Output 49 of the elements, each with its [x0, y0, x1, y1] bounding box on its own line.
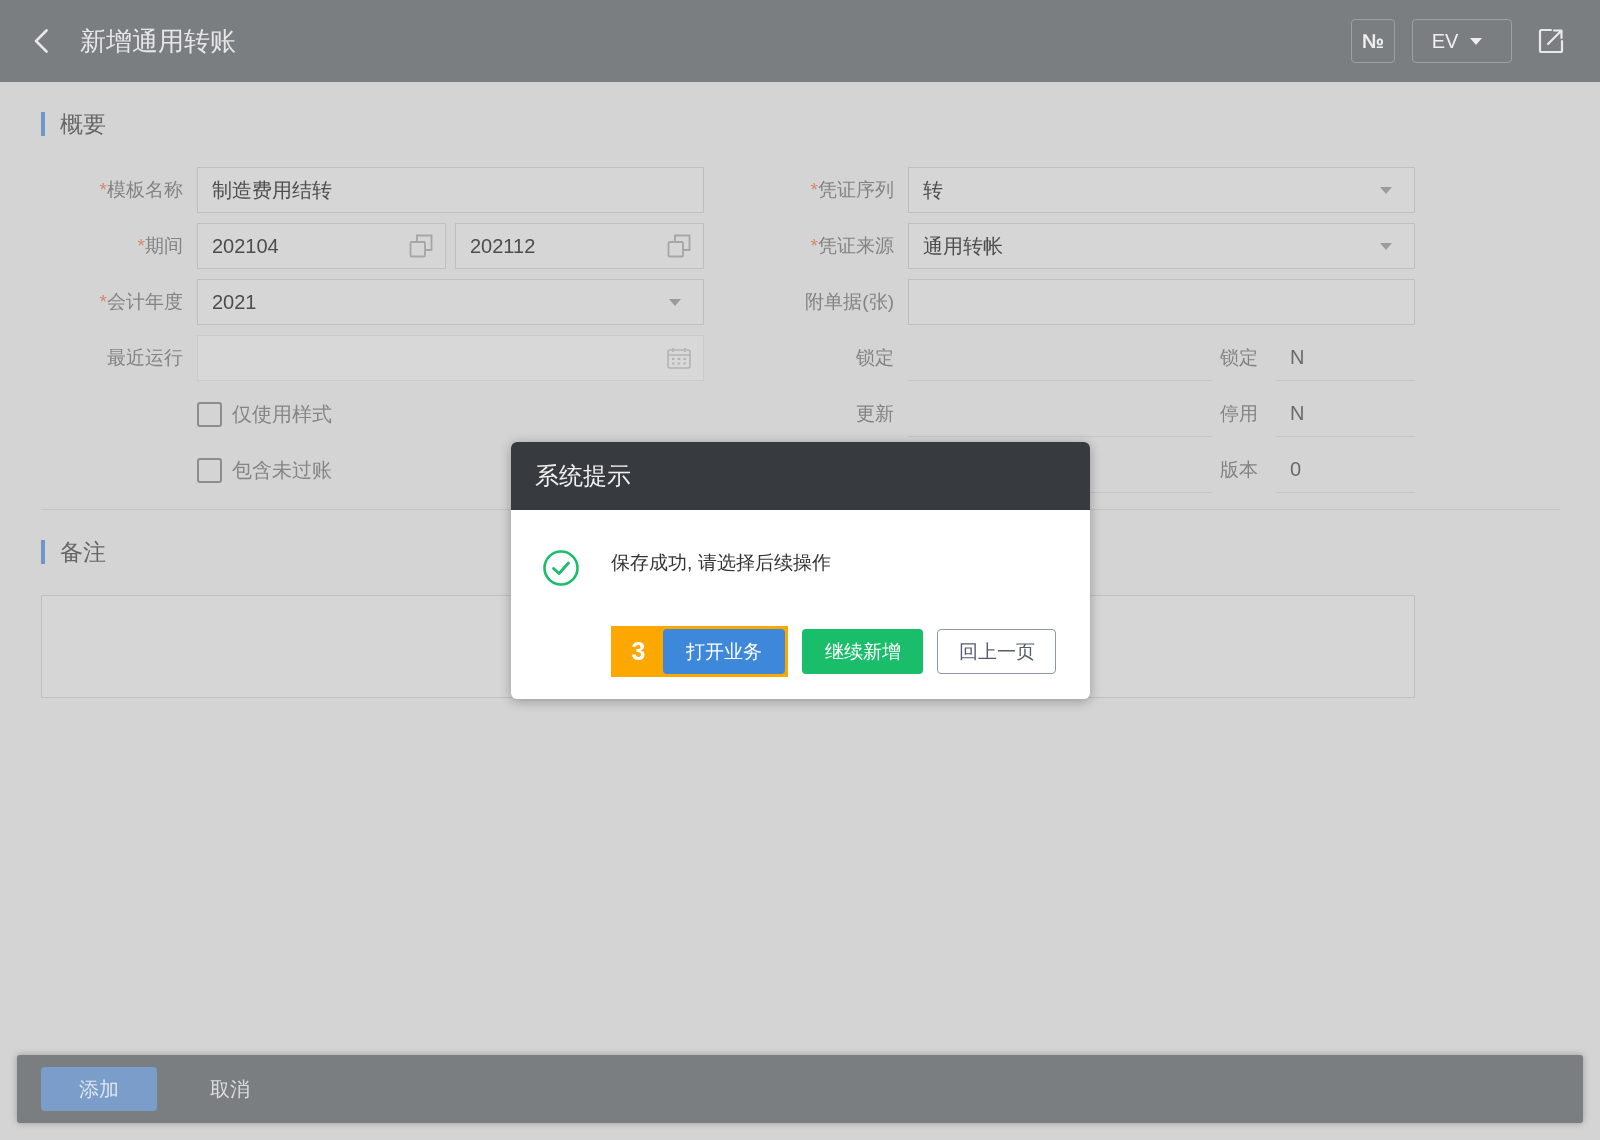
section-title: 备注 — [60, 537, 106, 567]
checkbox[interactable] — [197, 457, 222, 483]
back-page-button[interactable]: 回上一页 — [937, 629, 1056, 674]
section-accent-bar — [41, 112, 45, 136]
period-input[interactable]: 202104 — [197, 223, 446, 269]
field-label: *凭证序列 — [810, 178, 894, 202]
field-label: *凭证来源 — [810, 234, 894, 258]
readonly-field: N — [1276, 335, 1415, 381]
checkbox-label[interactable]: 包含未过账 — [232, 456, 332, 484]
back-icon[interactable] — [34, 29, 48, 53]
share-icon[interactable] — [1538, 28, 1564, 54]
caret-icon — [1380, 242, 1392, 250]
copy-icon[interactable] — [667, 234, 691, 258]
text-input[interactable]: 制造费用结转 — [197, 167, 704, 213]
continue-adding-button[interactable]: 继续新增 — [802, 629, 923, 674]
field-label: 锁定 — [1220, 346, 1259, 370]
caret-icon — [669, 298, 681, 306]
section-accent-bar — [41, 540, 45, 564]
readonly-field: N — [1276, 391, 1415, 437]
field-label: 最近运行 — [107, 346, 183, 370]
dialog-message: 保存成功, 请选择后续操作 — [611, 551, 831, 575]
section-title: 概要 — [60, 109, 106, 139]
field-label: 停用 — [1220, 402, 1259, 426]
cancel-button[interactable]: 取消 — [196, 1067, 264, 1111]
field-label: 版本 — [1220, 458, 1259, 482]
page-title: 新增通用转账 — [80, 24, 236, 58]
dropdown-field[interactable]: 2021 — [197, 279, 704, 325]
open-business-button[interactable]: 打开业务 — [663, 629, 785, 674]
field-label: 附单据(张) — [805, 290, 894, 314]
language-dropdown[interactable]: EV — [1412, 19, 1512, 63]
dropdown-field[interactable]: 转 — [908, 167, 1415, 213]
check-circle-icon — [543, 550, 579, 586]
field-label: *期间 — [137, 234, 183, 258]
checkbox-label[interactable]: 仅使用样式 — [232, 400, 332, 428]
caret-icon — [1470, 37, 1483, 45]
dialog-title: 系统提示 — [535, 461, 631, 491]
field-label: 更新 — [856, 402, 894, 426]
step-number: 3 — [630, 637, 647, 666]
dropdown-field[interactable]: 通用转帐 — [908, 223, 1415, 269]
field-label: 锁定 — [856, 346, 894, 370]
field-label: *模板名称 — [99, 178, 183, 202]
readonly-field: 0 — [1276, 447, 1415, 493]
field-label: *会计年度 — [99, 290, 183, 314]
caret-icon — [1380, 186, 1392, 194]
copy-icon[interactable] — [409, 234, 433, 258]
add-button[interactable]: 添加 — [41, 1067, 157, 1111]
checkbox[interactable] — [197, 401, 222, 427]
period-input[interactable]: 202112 — [455, 223, 704, 269]
number-format-button[interactable]: № — [1351, 19, 1395, 63]
